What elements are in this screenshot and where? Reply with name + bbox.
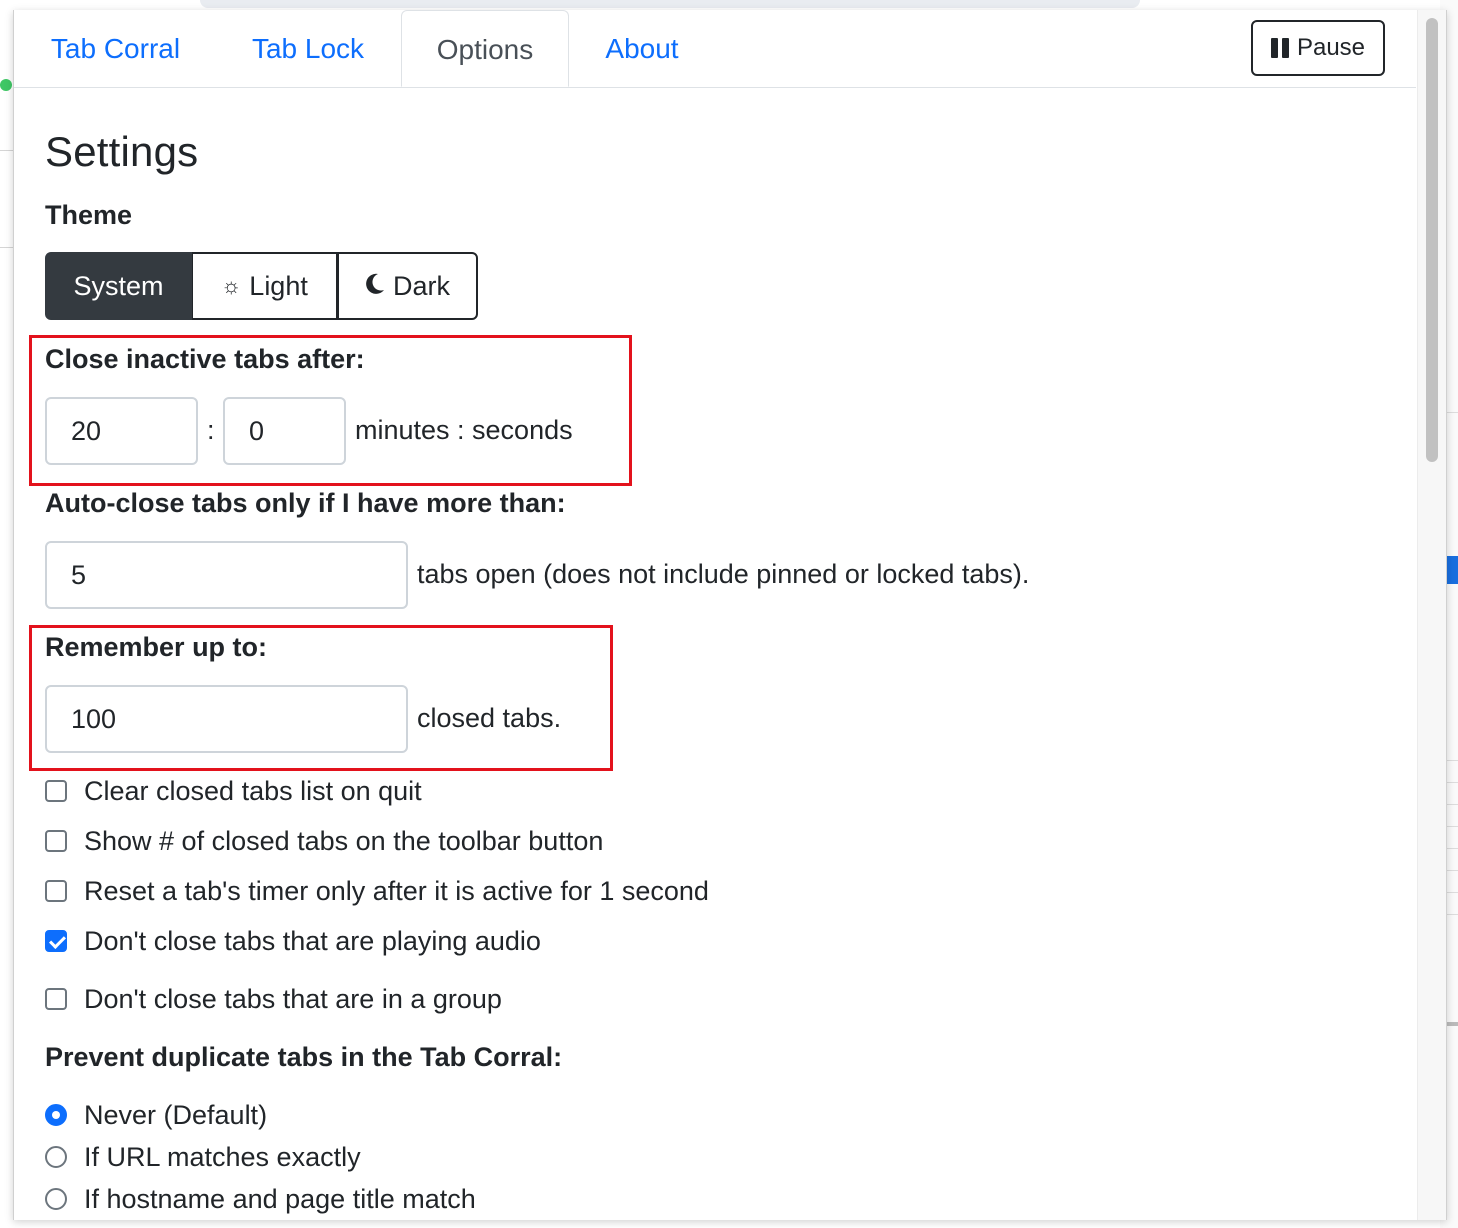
bg-blue-button: [1446, 556, 1458, 584]
theme-button-group: System ☼ Light Dark: [45, 252, 478, 320]
audio-checkbox[interactable]: [45, 930, 67, 952]
theme-system-label: System: [73, 270, 164, 301]
theme-light-label: Light: [249, 270, 308, 301]
bg-divider: [0, 247, 14, 248]
duplicates-url-radio[interactable]: [45, 1146, 67, 1168]
close-inactive-label: Close inactive tabs after:: [45, 344, 365, 374]
tab-options[interactable]: Options: [401, 10, 569, 87]
checkbox-label: Clear closed tabs list on quit: [84, 775, 422, 806]
show-count-option[interactable]: Show # of closed tabs on the toolbar but…: [45, 826, 603, 856]
extension-popup: Tab Corral Tab Lock Options About Pause …: [13, 10, 1447, 1220]
moon-icon: [365, 271, 385, 302]
duplicates-hostname-option[interactable]: If hostname and page title match: [45, 1184, 476, 1214]
duplicates-url-option[interactable]: If URL matches exactly: [45, 1142, 361, 1172]
remember-count-input[interactable]: 100: [45, 685, 408, 753]
radio-label: If hostname and page title match: [84, 1183, 476, 1214]
bg-divider: [0, 150, 14, 151]
duplicates-hostname-radio[interactable]: [45, 1188, 67, 1210]
duplicates-never-option[interactable]: Never (Default): [45, 1100, 267, 1130]
radio-label: Never (Default): [84, 1099, 268, 1130]
scrollbar[interactable]: [1417, 10, 1446, 1220]
radio-label: If URL matches exactly: [84, 1141, 361, 1172]
checkbox-label: Reset a tab's timer only after it is act…: [84, 875, 709, 906]
theme-dark-button[interactable]: Dark: [338, 252, 478, 320]
group-option[interactable]: Don't close tabs that are in a group: [45, 984, 502, 1014]
nav-tabs: Tab Corral Tab Lock Options About Pause: [14, 10, 1416, 88]
show-count-checkbox[interactable]: [45, 830, 67, 852]
theme-dark-label: Dark: [392, 270, 450, 301]
tab-about[interactable]: About: [584, 10, 700, 87]
audio-option[interactable]: Don't close tabs that are playing audio: [45, 926, 541, 956]
checkbox-label: Show # of closed tabs on the toolbar but…: [84, 825, 604, 856]
min-tabs-input[interactable]: 5: [45, 541, 408, 609]
pause-button-label: Pause: [1296, 34, 1366, 61]
reset-timer-option[interactable]: Reset a tab's timer only after it is act…: [45, 876, 709, 906]
scrollbar-thumb[interactable]: [1426, 18, 1438, 462]
sun-icon: ☼: [221, 273, 242, 298]
tab-tab-corral[interactable]: Tab Corral: [28, 10, 203, 87]
theme-light-button[interactable]: ☼ Light: [192, 252, 338, 320]
theme-system-button[interactable]: System: [45, 252, 192, 320]
seconds-input[interactable]: 0: [223, 397, 346, 465]
theme-label: Theme: [45, 200, 133, 230]
remember-suffix: closed tabs.: [417, 703, 562, 733]
min-tabs-suffix: tabs open (does not include pinned or lo…: [417, 559, 1030, 589]
tab-tab-lock[interactable]: Tab Lock: [228, 10, 388, 87]
checkbox-label: Don't close tabs that are playing audio: [84, 925, 541, 956]
clear-on-quit-option[interactable]: Clear closed tabs list on quit: [45, 776, 422, 806]
time-separator: :: [207, 415, 215, 445]
pause-button[interactable]: Pause: [1251, 20, 1385, 76]
browser-tabstrip-fragment: [200, 0, 1140, 8]
window-zoom-button[interactable]: [0, 79, 12, 91]
minutes-input[interactable]: 20: [45, 397, 198, 465]
reset-timer-checkbox[interactable]: [45, 880, 67, 902]
group-checkbox[interactable]: [45, 988, 67, 1010]
page-title: Settings: [45, 128, 199, 175]
checkbox-label: Don't close tabs that are in a group: [84, 983, 502, 1014]
duplicates-never-radio[interactable]: [45, 1104, 67, 1126]
auto-close-label: Auto-close tabs only if I have more than…: [45, 488, 566, 518]
clear-on-quit-checkbox[interactable]: [45, 780, 67, 802]
remember-label: Remember up to:: [45, 632, 268, 662]
time-unit-label: minutes : seconds: [355, 415, 573, 445]
duplicates-label: Prevent duplicate tabs in the Tab Corral…: [45, 1042, 563, 1072]
pause-icon: [1270, 38, 1289, 58]
